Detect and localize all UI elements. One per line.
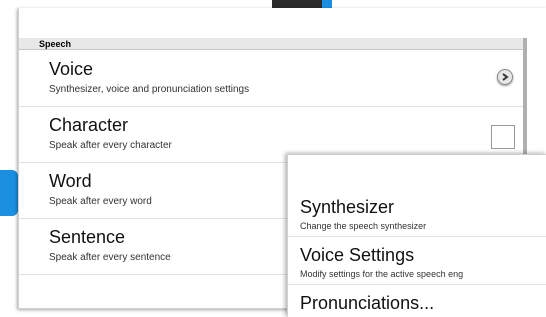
character-checkbox[interactable] — [491, 125, 515, 149]
chevron-right-icon[interactable] — [497, 69, 513, 85]
popup-item-pronunciations[interactable]: Pronunciations... — [288, 285, 546, 317]
popup-item-title: Synthesizer — [300, 197, 395, 217]
popup-item-subtitle: Modify settings for the active speech en… — [300, 269, 464, 279]
row-title: Character — [49, 115, 129, 135]
settings-row-voice[interactable]: Voice Synthesizer, voice and pronunciati… — [19, 51, 523, 107]
row-title: Sentence — [49, 227, 126, 247]
background-dark-shape — [272, 0, 322, 8]
voice-submenu-popup: Synthesizer Change the speech synthesize… — [287, 154, 546, 317]
popup-item-title: Voice Settings — [300, 245, 415, 265]
popup-item-synthesizer[interactable]: Synthesizer Change the speech synthesize… — [288, 189, 546, 237]
row-subtitle: Speak after every sentence — [49, 252, 171, 263]
row-subtitle: Synthesizer, voice and pronunciation set… — [49, 84, 250, 95]
popup-item-title: Pronunciations... — [300, 293, 435, 313]
row-subtitle: Speak after every character — [49, 140, 172, 151]
row-title: Word — [49, 171, 92, 191]
row-subtitle: Speak after every word — [49, 196, 152, 207]
popup-item-voice-settings[interactable]: Voice Settings Modify settings for the a… — [288, 237, 546, 285]
row-title: Voice — [49, 59, 94, 79]
background-blue-shape — [0, 170, 18, 216]
section-header: Speech — [19, 38, 523, 50]
popup-item-subtitle: Change the speech synthesizer — [300, 221, 427, 231]
background-blue-edge — [322, 0, 332, 8]
